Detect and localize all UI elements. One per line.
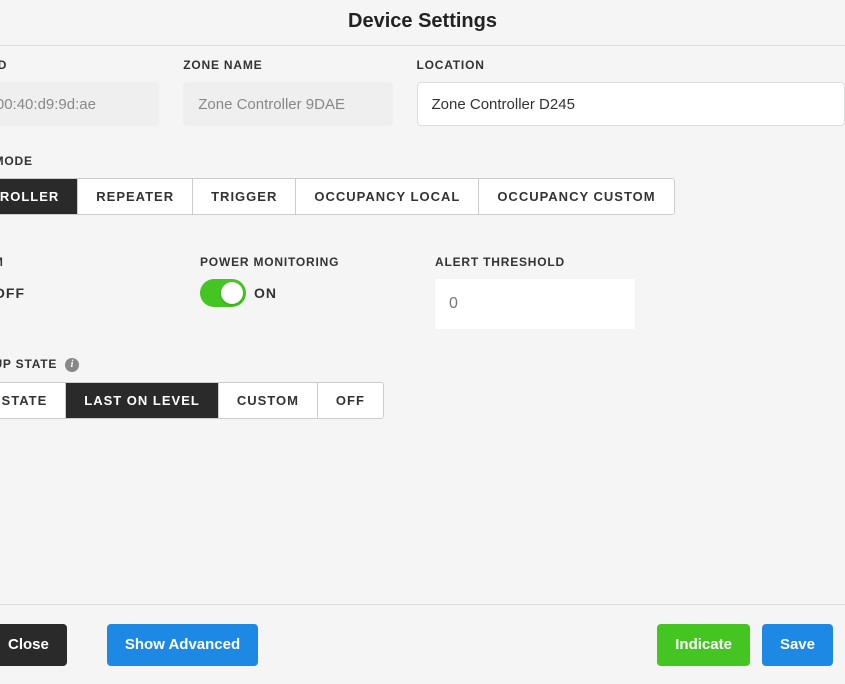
power-up-state-label-text: POWER UP STATE [0,357,57,371]
page-title: Device Settings [0,0,845,45]
power-up-last-on-level[interactable]: LAST ON LEVEL [66,383,219,418]
device-mode-label: DEVICE MODE [0,126,845,178]
zone-name-label: ZONE NAME [183,58,392,72]
zone-name-value: Zone Controller 9DAE [183,82,392,126]
toggle-knob-icon [221,282,243,304]
location-label: LOCATION [417,58,845,72]
power-monitoring-toggle[interactable] [200,279,246,307]
device-mode-trigger[interactable]: TRIGGER [193,179,296,214]
power-monitoring-label: POWER MONITORING [200,255,435,269]
show-advanced-button[interactable]: Show Advanced [107,624,258,666]
device-mode-occupancy-local[interactable]: OCCUPANCY LOCAL [296,179,479,214]
device-id-label: DEVICE ID [0,58,159,72]
power-up-state-label: POWER UP STATE i [0,329,845,382]
alert-threshold-input[interactable] [435,279,635,329]
device-mode-group: CONTROLLER REPEATER TRIGGER OCCUPANCY LO… [0,178,675,215]
device-mode-occupancy-custom[interactable]: OCCUPANCY CUSTOM [479,179,673,214]
power-monitoring-state: ON [254,285,277,301]
soft-dim-label: SOFT DIM [0,255,200,269]
info-icon[interactable]: i [65,358,79,372]
alert-threshold-label: ALERT THRESHOLD [435,255,665,269]
location-input[interactable] [417,82,845,126]
soft-dim-state: OFF [0,285,25,301]
close-button[interactable]: Close [0,624,67,666]
power-up-state-group: LAST STATE LAST ON LEVEL CUSTOM OFF [0,382,384,419]
indicate-button[interactable]: Indicate [657,624,750,666]
power-up-last-state[interactable]: LAST STATE [0,383,66,418]
power-up-off[interactable]: OFF [318,383,383,418]
device-id-value: c3:a2:00:40:d9:9d:ae [0,82,159,126]
footer-bar: Close Show Advanced Indicate Save [0,604,845,684]
save-button[interactable]: Save [762,624,833,666]
device-mode-repeater[interactable]: REPEATER [78,179,193,214]
power-up-custom[interactable]: CUSTOM [219,383,318,418]
device-mode-controller[interactable]: CONTROLLER [0,179,78,214]
